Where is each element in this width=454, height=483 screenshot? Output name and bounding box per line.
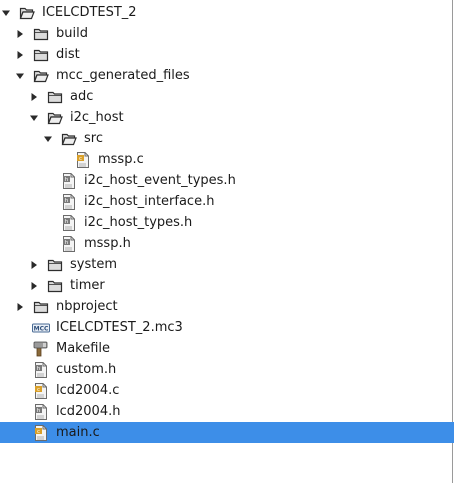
tree-item-label: timer [70,278,105,293]
svg-text:h: h [65,198,69,204]
folder-icon [46,257,64,273]
tree-item-label: Makefile [56,341,111,356]
expand-arrow-icon[interactable] [14,65,26,86]
makefile-icon [32,341,50,357]
c-source-file-icon: c [32,424,50,441]
folder-open-icon [60,131,78,147]
tree-item-label: lcd2004.h [56,404,121,419]
collapse-arrow-icon[interactable] [28,254,40,275]
svg-text:h: h [65,177,69,183]
tree-item-label: i2c_host [70,110,124,125]
tree-item-lcd2004-c[interactable]: c lcd2004.c [0,380,454,401]
tree-item-label: system [70,257,117,272]
tree-item-lcd2004-h[interactable]: h lcd2004.h [0,401,454,422]
tree-item-i2c-host[interactable]: i2c_host [0,107,454,128]
header-file-icon: h [60,214,78,231]
svg-text:MCC: MCC [34,325,49,332]
svg-text:h: h [65,219,69,225]
tree-item-label: lcd2004.c [56,383,120,398]
tree-item-nbproject[interactable]: nbproject [0,296,454,317]
expand-arrow-icon[interactable] [0,2,12,23]
folder-icon [46,89,64,105]
tree-item-adc[interactable]: adc [0,86,454,107]
project-tree: ICELCDTEST_2build dist mcc_generated_files… [0,0,454,483]
folder-icon [32,299,50,315]
folder-icon [32,47,50,63]
folder-icon [32,26,50,42]
folder-icon [46,278,64,294]
header-file-icon: h [60,235,78,252]
c-source-file-icon: c [32,382,50,399]
svg-text:c: c [37,429,40,435]
tree-item-mcc-generated-files[interactable]: mcc_generated_files [0,65,454,86]
svg-text:h: h [65,240,69,246]
tree-item-build[interactable]: build [0,23,454,44]
tree-item-i2c-host-types-h[interactable]: h i2c_host_types.h [0,212,454,233]
folder-open-icon [32,68,50,84]
mcc-config-file-icon: MCC [32,320,50,336]
tree-item-system[interactable]: system [0,254,454,275]
tree-item-label: ICELCDTEST_2 [42,5,137,20]
tree-item-mssp-h[interactable]: h mssp.h [0,233,454,254]
svg-text:h: h [37,366,41,372]
svg-text:c: c [79,156,82,162]
tree-item-main-c[interactable]: c main.c [0,422,454,443]
tree-item-label: ICELCDTEST_2.mc3 [56,320,183,335]
tree-item-timer[interactable]: timer [0,275,454,296]
tree-item-label: main.c [56,425,100,440]
tree-item-mssp-c[interactable]: c mssp.c [0,149,454,170]
tree-item-label: src [84,131,103,146]
tree-item-label: i2c_host_interface.h [84,194,215,209]
collapse-arrow-icon[interactable] [14,23,26,44]
tree-item-label: build [56,26,88,41]
tree-item-label: mssp.c [98,152,144,167]
tree-item-makefile[interactable]: Makefile [0,338,454,359]
tree-item-icelcdtest-2-mc3[interactable]: MCC ICELCDTEST_2.mc3 [0,317,454,338]
c-source-file-icon: c [74,151,92,168]
svg-text:c: c [37,387,40,393]
tree-item-icelcdtest-2[interactable]: ICELCDTEST_2 [0,2,451,23]
header-file-icon: h [60,172,78,189]
header-file-icon: h [60,193,78,210]
header-file-icon: h [32,403,50,420]
collapse-arrow-icon[interactable] [14,44,26,65]
tree-item-label: mssp.h [84,236,131,251]
collapse-arrow-icon[interactable] [28,275,40,296]
collapse-arrow-icon[interactable] [28,86,40,107]
tree-item-label: i2c_host_event_types.h [84,173,236,188]
tree-item-dist[interactable]: dist [0,44,454,65]
tree-item-src[interactable]: src [0,128,454,149]
header-file-icon: h [32,361,50,378]
folder-open-icon [18,5,36,21]
tree-item-custom-h[interactable]: h custom.h [0,359,454,380]
tree-item-label: custom.h [56,362,117,377]
tree-item-label: dist [56,47,80,62]
tree-item-label: nbproject [56,299,118,314]
collapse-arrow-icon[interactable] [14,296,26,317]
tree-item-label: mcc_generated_files [56,68,190,83]
folder-open-icon [46,110,64,126]
expand-arrow-icon[interactable] [42,128,54,149]
expand-arrow-icon[interactable] [28,107,40,128]
tree-item-i2c-host-event-types-h[interactable]: h i2c_host_event_types.h [0,170,454,191]
svg-text:h: h [37,408,41,414]
tree-item-label: i2c_host_types.h [84,215,193,230]
tree-item-i2c-host-interface-h[interactable]: h i2c_host_interface.h [0,191,454,212]
tree-item-label: adc [70,89,94,104]
